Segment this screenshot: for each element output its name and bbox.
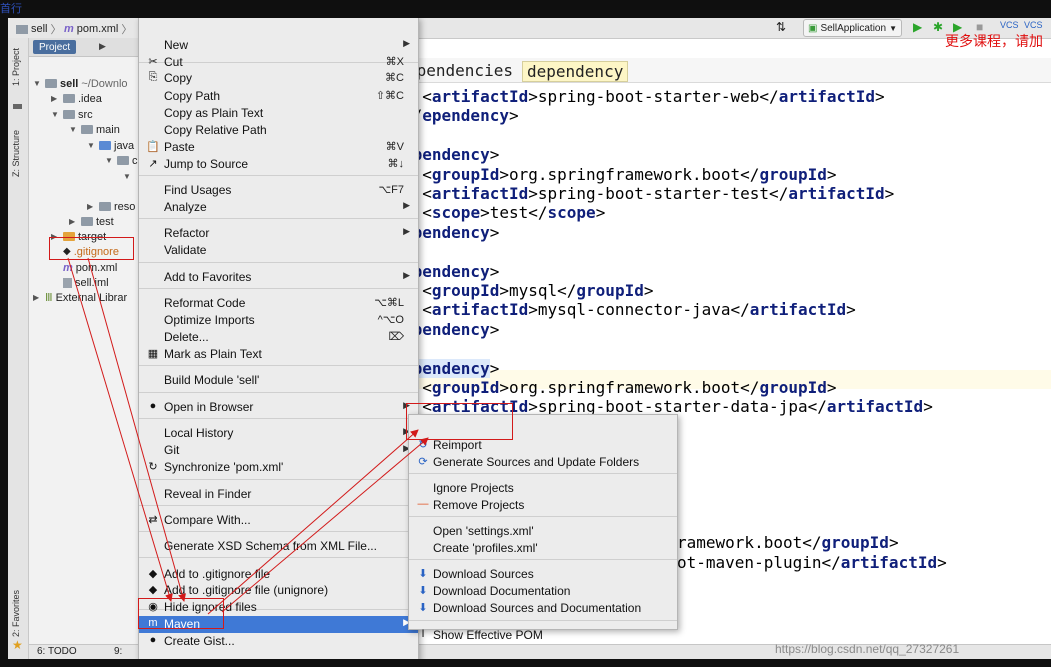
watermark: https://blog.csdn.net/qq_27327261: [775, 642, 960, 656]
ide-window: sell 〉 m pom.xml 〉 ⇅ ▣ SellApplication ▼…: [8, 18, 1051, 659]
arrow-pom-to-maven-2: [87, 257, 186, 602]
annotation-arrows: [67, 257, 429, 615]
arrow-maven-to-reimport: [207, 429, 419, 615]
corner-label: 首行: [0, 3, 22, 15]
arrow-pom-to-maven: [67, 257, 173, 602]
arrow-maven-to-reimport-2: [221, 437, 429, 613]
